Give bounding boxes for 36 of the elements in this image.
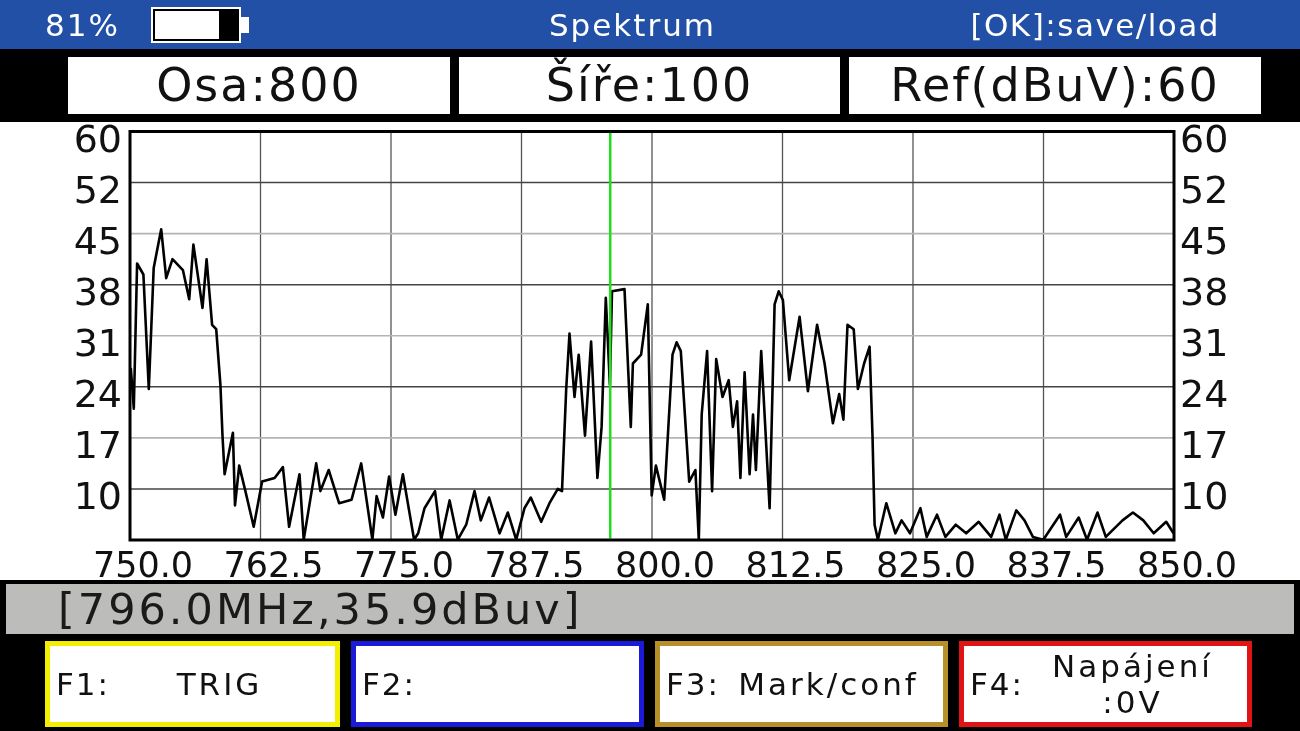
function-key[interactable]: F3: Mark/conf	[655, 640, 948, 727]
y-axis-label: 24	[1180, 371, 1229, 416]
y-axis-label: 24	[73, 371, 122, 416]
parameter-display: Osa:800	[68, 57, 450, 114]
y-axis-label: 38	[1180, 269, 1229, 314]
parameter-display: Šíře:100	[459, 57, 840, 114]
y-axis-label: 10	[73, 473, 122, 518]
x-axis-label: 837.5	[1006, 545, 1107, 580]
x-axis-label: 787.5	[484, 545, 585, 580]
key-hint: [OK]:save/load	[970, 6, 1220, 43]
parameter-display: Ref(dBuV):60	[849, 57, 1261, 114]
x-axis-label: 800.0	[614, 545, 716, 580]
y-axis-label: 60	[1180, 122, 1229, 161]
y-axis-label: 45	[1180, 218, 1229, 263]
y-axis-label: 31	[1180, 320, 1229, 365]
y-axis-label: 60	[73, 122, 122, 161]
x-axis-label: 850.0	[1136, 545, 1238, 580]
y-axis-label: 38	[73, 269, 122, 314]
y-axis-label: 52	[73, 167, 122, 212]
y-axis-label: 45	[73, 218, 122, 263]
battery-icon	[150, 6, 249, 43]
y-axis-label: 17	[73, 422, 122, 467]
x-axis-label: 812.5	[745, 545, 846, 580]
marker-readout: [796.0MHz,35.9dBuv]	[6, 584, 1294, 634]
y-axis-label: 10	[1180, 473, 1229, 518]
function-key[interactable]: F2:	[351, 640, 644, 727]
y-axis-label: 52	[1180, 167, 1229, 212]
y-axis-label: 17	[1180, 422, 1229, 467]
x-axis-label: 825.0	[875, 545, 977, 580]
x-axis-label: 750.0	[92, 545, 194, 580]
x-axis-label: 775.0	[353, 545, 455, 580]
battery-percentage: 81%	[45, 6, 120, 43]
screen-title: Spektrum	[548, 6, 717, 43]
y-axis-label: 31	[73, 320, 122, 365]
function-key[interactable]: F1: TRIG	[45, 640, 340, 727]
x-axis-label: 762.5	[223, 545, 324, 580]
